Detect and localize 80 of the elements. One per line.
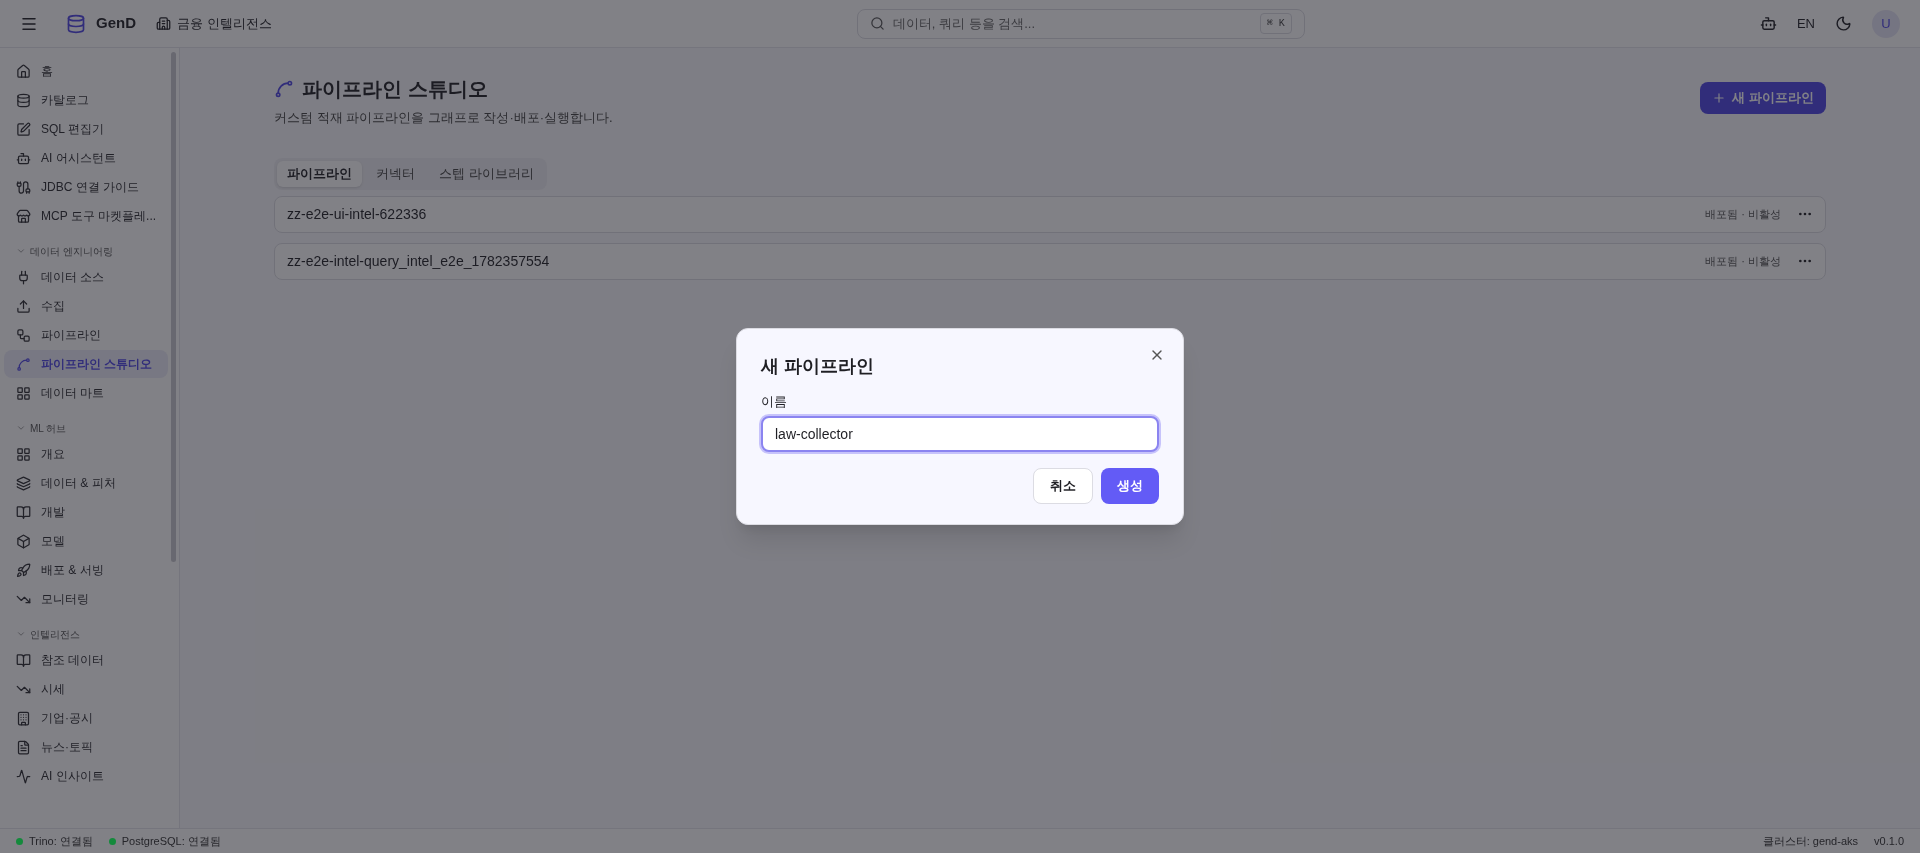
connection-status: PostgreSQL: 연결됨 [121, 833, 221, 849]
sidebar-item[interactable]: 시세 [4, 675, 169, 703]
book-icon [16, 504, 31, 520]
database-icon [16, 92, 31, 108]
sidebar-item[interactable]: 배포 & 서빙 [4, 556, 169, 584]
sidebar-item[interactable]: 수집 [4, 292, 169, 320]
sidebar-item[interactable]: MCP 도구 마켓플레... [4, 202, 169, 230]
version-label: v0.1.0 [1874, 833, 1904, 849]
home-icon [16, 63, 31, 79]
language-button[interactable]: EN [1796, 13, 1815, 34]
sidebar-item[interactable]: 모니터링 [4, 585, 169, 613]
search-icon [869, 16, 885, 31]
cluster-name: 클러스터: gend-aks [1762, 833, 1859, 849]
field-label: 이름 [761, 393, 788, 412]
brand-name: GenD [96, 13, 136, 34]
workspace-name[interactable]: 금융 인텔리전스 [177, 13, 272, 34]
pulse-icon [16, 768, 31, 784]
spline-icon [16, 356, 31, 372]
dialog-title: 새 파이프라인 [761, 355, 875, 379]
workflow-icon [16, 327, 31, 343]
tab[interactable]: 파이프라인 [277, 160, 362, 187]
box-icon [16, 533, 31, 549]
new-pipeline-button[interactable]: 새 파이프라인 [1700, 82, 1826, 114]
sidebar-item[interactable]: AI 어시스턴트 [4, 144, 169, 172]
upload-icon [16, 298, 31, 314]
user-avatar[interactable]: U [1872, 9, 1900, 38]
sidebar-item[interactable]: 데이터 & 피처 [4, 469, 169, 497]
search-input[interactable]: 데이터, 쿼리 등을 검색... [892, 13, 1252, 34]
sidebar-item[interactable]: 뉴스·토픽 [4, 733, 169, 761]
sidebar-item[interactable]: 개요 [4, 440, 169, 468]
spline-icon [274, 79, 294, 99]
grid-icon [16, 446, 31, 462]
sidebar-item[interactable]: SQL 편집기 [4, 115, 169, 143]
pipeline-name: zz-e2e-intel-query_intel_e2e_1782357554 [287, 251, 551, 271]
sidebar-item[interactable]: 카탈로그 [4, 86, 169, 114]
database-logo-icon [66, 13, 86, 34]
pipeline-name: zz-e2e-ui-intel-622336 [287, 204, 428, 224]
sidebar-item[interactable]: 데이터 소스 [4, 263, 169, 291]
sidebar-item[interactable]: 파이프라인 [4, 321, 169, 349]
section-heading[interactable]: 데이터 엔지니어링 [30, 243, 113, 259]
grid-icon [16, 385, 31, 401]
name-input[interactable]: law-collector [761, 415, 1159, 452]
building-icon [16, 710, 31, 726]
sidebar-item[interactable]: 데이터 마트 [4, 379, 169, 407]
dark-mode-icon[interactable] [1835, 15, 1852, 32]
cable-icon [16, 179, 31, 195]
rocket-icon [16, 562, 31, 578]
building-icon [156, 16, 171, 31]
pipeline-status: 배포됨 · 비활성 [1705, 206, 1781, 222]
create-button[interactable]: 생성 [1101, 467, 1159, 504]
section-heading[interactable]: ML 허브 [30, 420, 67, 436]
robot-icon[interactable] [1759, 15, 1777, 32]
search-field[interactable]: 데이터, 쿼리 등을 검색... ⌘ K [856, 8, 1305, 39]
store-icon [16, 208, 31, 224]
sidebar-item[interactable]: 개발 [4, 498, 169, 526]
page-title: 파이프라인 스튜디오 [302, 77, 488, 102]
connection-status: Trino: 연결됨 [29, 833, 93, 849]
book-icon [16, 652, 31, 668]
sidebar-item[interactable]: 기업·공시 [4, 704, 169, 732]
sidebar-item[interactable]: 홈 [4, 57, 169, 85]
plus-icon [1712, 91, 1727, 105]
shortcut-hint: ⌘ K [1259, 13, 1292, 34]
pipeline-row[interactable]: zz-e2e-ui-intel-622336 배포됨 · 비활성 [274, 195, 1826, 233]
sidebar-item[interactable]: 모델 [4, 527, 169, 555]
sidebar-item[interactable]: AI 인사이트 [4, 762, 169, 790]
layers-icon [16, 475, 31, 491]
pipeline-status: 배포됨 · 비활성 [1705, 253, 1781, 269]
sidebar-item[interactable]: JDBC 연결 가이드 [4, 173, 169, 201]
tab[interactable]: 스텝 라이브러리 [429, 160, 544, 187]
document-icon [16, 739, 31, 755]
tab[interactable]: 커넥터 [366, 160, 425, 187]
sidebar-item[interactable]: 참조 데이터 [4, 646, 169, 674]
section-heading[interactable]: 인텔리전스 [30, 626, 80, 642]
robot-icon [16, 150, 31, 166]
sidebar-item[interactable]: 파이프라인 스튜디오 [4, 350, 169, 378]
plug-icon [16, 269, 31, 285]
edit-icon [16, 121, 31, 137]
pipeline-row[interactable]: zz-e2e-intel-query_intel_e2e_1782357554 배포됨 · 비활성 [274, 242, 1826, 280]
page-subtitle: 커스텀 적재 파이프라인을 그래프로 작성·배포·실행합니다. [274, 109, 613, 127]
cancel-button[interactable]: 취소 [1033, 467, 1093, 504]
